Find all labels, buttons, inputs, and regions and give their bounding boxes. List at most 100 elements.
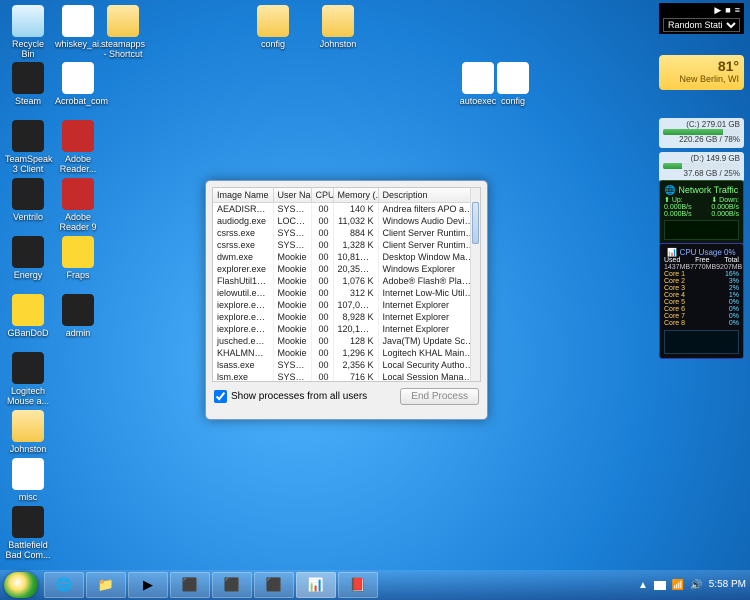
table-row[interactable]: iexplore.exe ...Mookie00120,188 KInterne… (213, 323, 480, 335)
table-row[interactable]: KHALMNPR.exeMookie001,296 KLogitech KHAL… (213, 347, 480, 359)
table-row[interactable]: ielowutil.exe ...Mookie00312 KInternet L… (213, 287, 480, 299)
taskbar-button-taskmgr[interactable]: 📊 (296, 572, 336, 598)
drive-meter[interactable]: (C:) 279.01 GB220.26 GB / 78% (659, 118, 744, 148)
table-row[interactable]: csrss.exeSYSTEM00884 KClient Server Runt… (213, 227, 480, 239)
icon-label: Johnston (5, 444, 51, 454)
desktop-icon-steamapps[interactable]: steamapps - Shortcut (100, 5, 146, 59)
desktop-icon-fraps[interactable]: Fraps (55, 236, 101, 280)
desktop-icon-johnston[interactable]: Johnston (315, 5, 361, 49)
taskbar-button-ie[interactable]: 🌐 (44, 572, 84, 598)
table-row[interactable]: iexplore.exe ...Mookie008,928 KInternet … (213, 311, 480, 323)
table-row[interactable]: dwm.exeMookie0010,812 KDesktop Window Ma… (213, 251, 480, 263)
column-header[interactable]: Memory (... (333, 188, 378, 203)
weather-gadget[interactable]: 81° New Berlin, WI (659, 55, 744, 90)
column-header[interactable]: Image Name (213, 188, 273, 203)
icon-label: config (490, 96, 536, 106)
recycle-bin-icon (12, 5, 44, 37)
desktop-icon-gbandod[interactable]: GBanDoD (5, 294, 51, 338)
steam-icon (12, 62, 44, 94)
table-row[interactable]: jusched.exe *32Mookie00128 KJava(TM) Upd… (213, 335, 480, 347)
network-graph (664, 220, 739, 240)
admin-icon (62, 294, 94, 326)
clock[interactable]: 5:58 PM (709, 580, 746, 590)
taskbar-button-explorer[interactable]: 📁 (86, 572, 126, 598)
icon-label: Recycle Bin (5, 39, 51, 59)
icon-label: steamapps - Shortcut (100, 39, 146, 59)
table-row[interactable]: audiodg.exeLOCAL ...0011,032 KWindows Au… (213, 215, 480, 227)
ventrilo-icon (12, 178, 44, 210)
action-center-icon[interactable] (654, 581, 666, 590)
task-manager-window[interactable]: Image NameUser NameCPUMemory (...Descrip… (205, 180, 488, 420)
taskbar-button-steam[interactable]: ⬛ (212, 572, 252, 598)
johnston-icon (322, 5, 354, 37)
taskbar[interactable]: 🌐📁▶⬛⬛⬛📊📕 ▲ 📶 🔊 5:58 PM (0, 570, 750, 600)
drive-meter[interactable]: (D:) 149.9 GB37.68 GB / 25% (659, 152, 744, 182)
icon-label: whiskey_ai... (55, 39, 101, 49)
table-row[interactable]: iexplore.exe ...Mookie00107,084 KInterne… (213, 299, 480, 311)
ts3-icon (12, 120, 44, 152)
end-process-button[interactable]: End Process (400, 388, 479, 405)
desktop-icon-misc[interactable]: misc (5, 458, 51, 502)
config2-icon (497, 62, 529, 94)
icon-label: Steam (5, 96, 51, 106)
desktop-icon-recycle-bin[interactable]: Recycle Bin (5, 5, 51, 59)
desktop-icon-acrobat[interactable]: Acrobat_com (55, 62, 101, 106)
desktop-icon-ventrilo[interactable]: Ventrilo (5, 178, 51, 222)
taskbar-button-acrobat[interactable]: 📕 (338, 572, 378, 598)
tray-chevron-icon[interactable]: ▲ (638, 580, 648, 591)
taskbar-button-app1[interactable]: ⬛ (170, 572, 210, 598)
start-button[interactable] (4, 572, 38, 598)
desktop-icon-adobe-reader[interactable]: Adobe Reader... (55, 120, 101, 174)
table-row[interactable]: AEADISRV.EXESYSTEM00140 KAndrea filters … (213, 203, 480, 216)
battlefield-icon (12, 506, 44, 538)
adobe-reader-icon (62, 120, 94, 152)
desktop-icon-adobe-reader9[interactable]: Adobe Reader 9 (55, 178, 101, 232)
table-row[interactable]: explorer.exeMookie0020,356 KWindows Expl… (213, 263, 480, 275)
column-header[interactable]: CPU (311, 188, 333, 203)
desktop-icon-whiskey[interactable]: whiskey_ai... (55, 5, 101, 49)
volume-icon[interactable]: 🔊 (690, 580, 702, 591)
desktop-icon-ts3[interactable]: TeamSpeak 3 Client (5, 120, 51, 174)
desktop-icon-admin[interactable]: admin (55, 294, 101, 338)
desktop-icon-logitech[interactable]: Logitech Mouse a... (5, 352, 51, 406)
table-row[interactable]: FlashUtil10h_...Mookie001,076 KAdobe® Fl… (213, 275, 480, 287)
table-row[interactable]: lsass.exeSYSTEM002,356 KLocal Security A… (213, 359, 480, 371)
system-tray[interactable]: ▲ 📶 🔊 5:58 PM (638, 580, 746, 591)
desktop-icon-johnston2[interactable]: Johnston (5, 410, 51, 454)
johnston2-icon (12, 410, 44, 442)
next-icon[interactable]: ≡ (735, 5, 740, 16)
scrollbar[interactable] (470, 188, 480, 381)
icon-label: GBanDoD (5, 328, 51, 338)
cpu-core: Core 50% (664, 299, 739, 306)
play-icon[interactable]: ▶ (714, 5, 721, 16)
weather-location: New Berlin, WI (664, 74, 739, 84)
whiskey-icon (62, 5, 94, 37)
energy-icon (12, 236, 44, 268)
desktop-icon-config1[interactable]: config (250, 5, 296, 49)
cpu-gadget[interactable]: 📊 CPU Usage 0% UsedFreeTotal 1437MB7770M… (659, 243, 744, 359)
network-gadget[interactable]: 🌐 Network Traffic ⬆ Up:⬇ Down: 0.000B/s0… (659, 180, 744, 245)
column-header[interactable]: Description (378, 188, 480, 203)
icon-label: config (250, 39, 296, 49)
taskbar-button-wmp[interactable]: ▶ (128, 572, 168, 598)
desktop-icon-config2[interactable]: config (490, 62, 536, 106)
show-all-users-checkbox[interactable]: Show processes from all users (214, 390, 367, 403)
stop-icon[interactable]: ■ (725, 5, 730, 16)
media-gadget[interactable]: ▶ ■ ≡ Random Station - (659, 3, 744, 34)
cpu-core: Core 23% (664, 278, 739, 285)
cpu-core: Core 41% (664, 292, 739, 299)
show-all-users-input[interactable] (214, 390, 227, 403)
taskbar-button-app2[interactable]: ⬛ (254, 572, 294, 598)
column-header[interactable]: User Name (273, 188, 311, 203)
desktop-icon-energy[interactable]: Energy (5, 236, 51, 280)
table-row[interactable]: csrss.exeSYSTEM001,328 KClient Server Ru… (213, 239, 480, 251)
desktop-icon-battlefield[interactable]: Battlefield Bad Com... (5, 506, 51, 560)
network-icon[interactable]: 📶 (672, 580, 684, 591)
station-select[interactable]: Random Station - (663, 18, 740, 32)
acrobat-icon (62, 62, 94, 94)
desktop-icon-steam[interactable]: Steam (5, 62, 51, 106)
cpu-core: Core 70% (664, 313, 739, 320)
drives-gadget[interactable]: (C:) 279.01 GB220.26 GB / 78% (D:) 149.9 … (659, 118, 744, 186)
gbandod-icon (12, 294, 44, 326)
table-row[interactable]: lsm.exeSYSTEM00716 KLocal Session Manage… (213, 371, 480, 382)
